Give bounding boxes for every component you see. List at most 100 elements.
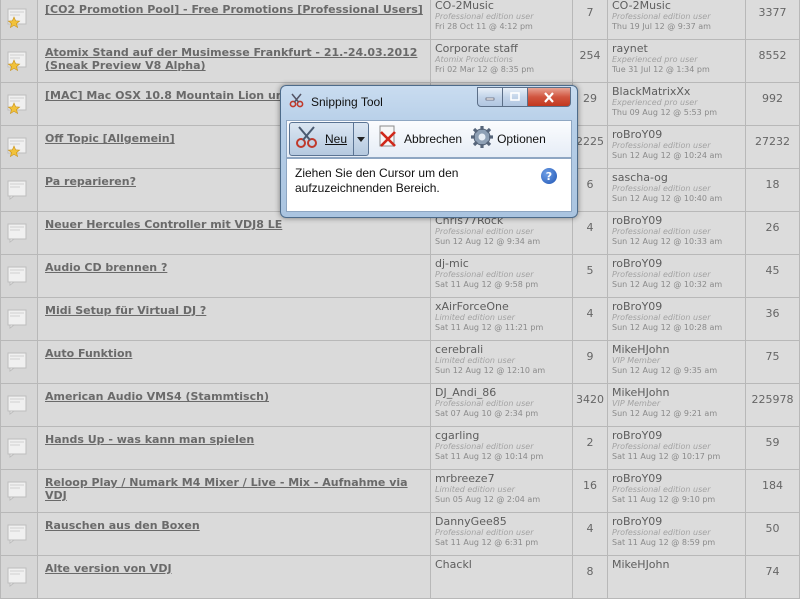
last-post-author[interactable]: roBroY09 [612, 128, 742, 141]
last-post-author[interactable]: roBroY09 [612, 214, 742, 227]
close-button[interactable] [528, 87, 571, 107]
new-snip-split-button: Neu [289, 122, 370, 156]
last-post-author[interactable]: roBroY09 [612, 257, 742, 270]
last-post-author[interactable]: raynet [612, 42, 742, 55]
author-role: Professional edition user [435, 442, 534, 451]
topic-title-link[interactable]: Auto Funktion [45, 347, 424, 360]
topic-title-link[interactable]: [CO2 Promotion Pool] - Free Promotions [… [45, 3, 424, 16]
last-post-role: Professional edition user [612, 442, 711, 451]
last-post-author[interactable]: MikeHJohn [612, 386, 742, 399]
author-date: Fri 02 Mar 12 @ 8:35 pm [435, 65, 535, 74]
author-name[interactable]: mrbreeze7 [435, 472, 569, 485]
last-post-cell: roBroY09 Professional edition user Sat 1… [607, 469, 746, 513]
table-row: [CO2 Promotion Pool] - Free Promotions [… [0, 0, 800, 40]
close-icon [544, 91, 554, 103]
topic-title-link[interactable]: Neuer Hercules Controller mit VDJ8 LE [45, 218, 424, 231]
chevron-down-icon [357, 136, 366, 142]
new-snip-button[interactable]: Neu [290, 123, 355, 155]
replies-count: 4 [586, 221, 594, 234]
topic-author-cell: CO-2Music Professional edition user Fri … [430, 0, 573, 40]
topic-title-link[interactable]: Rauschen aus den Boxen [45, 519, 424, 532]
replies-cell: 3420 [572, 383, 608, 427]
author-date: Sun 05 Aug 12 @ 2:04 am [435, 495, 541, 504]
views-count: 45 [765, 264, 780, 277]
cancel-icon [377, 125, 399, 153]
minimize-icon [485, 97, 495, 101]
topic-icon-cell [0, 469, 38, 513]
last-post-author[interactable]: BlackMatrixXx [612, 85, 742, 98]
last-post-date: Sun 12 Aug 12 @ 9:21 am [612, 409, 718, 418]
topic-title-cell: Rauschen aus den Boxen [37, 512, 431, 556]
topic-title-cell: Audio CD brennen ? [37, 254, 431, 298]
topic-title-link[interactable]: Midi Setup für Virtual DJ ? [45, 304, 424, 317]
replies-count: 5 [586, 264, 594, 277]
topic-author-cell: mrbreeze7 Limited edition user Sun 05 Au… [430, 469, 573, 513]
replies-count: 7 [586, 6, 594, 19]
last-post-date: Sun 12 Aug 12 @ 10:24 am [612, 151, 723, 160]
topic-icon-cell [0, 512, 38, 556]
last-post-date: Sun 12 Aug 12 @ 10:40 am [612, 194, 723, 203]
author-role: Professional edition user [435, 399, 534, 408]
last-post-author[interactable]: MikeHJohn [612, 558, 742, 571]
last-post-author[interactable]: sascha-og [612, 171, 742, 184]
views-count: 50 [765, 522, 780, 535]
last-post-author[interactable]: roBroY09 [612, 515, 742, 528]
replies-count: 4 [586, 522, 594, 535]
topic-icon [7, 438, 29, 458]
author-role: Limited edition user [435, 313, 515, 322]
table-row: Rauschen aus den Boxen DannyGee85 Profes… [0, 512, 800, 556]
topic-icon [7, 352, 29, 372]
topic-author-cell: dj-mic Professional edition user Sat 11 … [430, 254, 573, 298]
title-bar[interactable]: Snipping Tool [289, 93, 383, 111]
topic-title-cell: Alte version von VDJ [37, 555, 431, 599]
window-title: Snipping Tool [311, 95, 383, 109]
topic-icon-cell [0, 0, 38, 40]
topic-title-link[interactable]: American Audio VMS4 (Stammtisch) [45, 390, 424, 403]
author-name[interactable]: Chackl [435, 558, 569, 571]
views-cell: 992 [745, 82, 800, 126]
cancel-label: Abbrechen [404, 132, 463, 146]
topic-title-link[interactable]: Reloop Play / Numark M4 Mixer / Live - M… [45, 476, 424, 502]
topic-title-link[interactable]: Atomix Stand auf der Musimesse Frankfurt… [45, 46, 424, 72]
last-post-role: Professional edition user [612, 528, 711, 537]
last-post-cell: MikeHJohn VIP Member Sun 12 Aug 12 @ 9:2… [607, 383, 746, 427]
topic-title-cell: Midi Setup für Virtual DJ ? [37, 297, 431, 341]
last-post-cell: roBroY09 Professional edition user Sat 1… [607, 512, 746, 556]
views-count: 27232 [755, 135, 790, 148]
topic-title-link[interactable]: Alte version von VDJ [45, 562, 424, 575]
last-post-cell: sascha-og Professional edition user Sun … [607, 168, 746, 212]
last-post-author[interactable]: roBroY09 [612, 300, 742, 313]
snipping-tool-window[interactable]: Snipping Tool Neu Abbrechen Optionen Zie… [280, 85, 578, 218]
author-name[interactable]: cgarling [435, 429, 569, 442]
gear-icon [470, 125, 494, 153]
views-cell: 59 [745, 426, 800, 470]
topic-title-cell: [CO2 Promotion Pool] - Free Promotions [… [37, 0, 431, 40]
author-name[interactable]: xAirForceOne [435, 300, 569, 313]
topic-title-link[interactable]: Audio CD brennen ? [45, 261, 424, 274]
author-name[interactable]: DJ_Andi_86 [435, 386, 569, 399]
last-post-date: Sun 12 Aug 12 @ 10:32 am [612, 280, 723, 289]
last-post-author[interactable]: MikeHJohn [612, 343, 742, 356]
cancel-button[interactable]: Abbrechen [377, 125, 462, 153]
topic-title-link[interactable]: Hands Up - was kann man spielen [45, 433, 424, 446]
author-date: Fri 28 Oct 11 @ 4:12 pm [435, 22, 533, 31]
last-post-author[interactable]: roBroY09 [612, 429, 742, 442]
last-post-author[interactable]: CO-2Music [612, 0, 742, 12]
last-post-author[interactable]: roBroY09 [612, 472, 742, 485]
topic-icon [7, 180, 29, 200]
author-name[interactable]: dj-mic [435, 257, 569, 270]
sticky-topic-icon [7, 51, 29, 71]
author-name[interactable]: Corporate staff [435, 42, 569, 55]
help-icon[interactable]: ? [541, 168, 557, 184]
minimize-button[interactable] [477, 87, 503, 107]
new-snip-label: Neu [325, 132, 348, 146]
author-name[interactable]: CO-2Music [435, 0, 569, 12]
author-name[interactable]: DannyGee85 [435, 515, 569, 528]
options-button[interactable]: Optionen [470, 125, 546, 153]
last-post-cell: MikeHJohn [607, 555, 746, 599]
author-date: Sun 12 Aug 12 @ 12:10 am [435, 366, 546, 375]
author-name[interactable]: cerebrali [435, 343, 569, 356]
snip-mode-dropdown[interactable] [354, 123, 368, 155]
maximize-button[interactable] [503, 87, 528, 107]
views-cell: 74 [745, 555, 800, 599]
